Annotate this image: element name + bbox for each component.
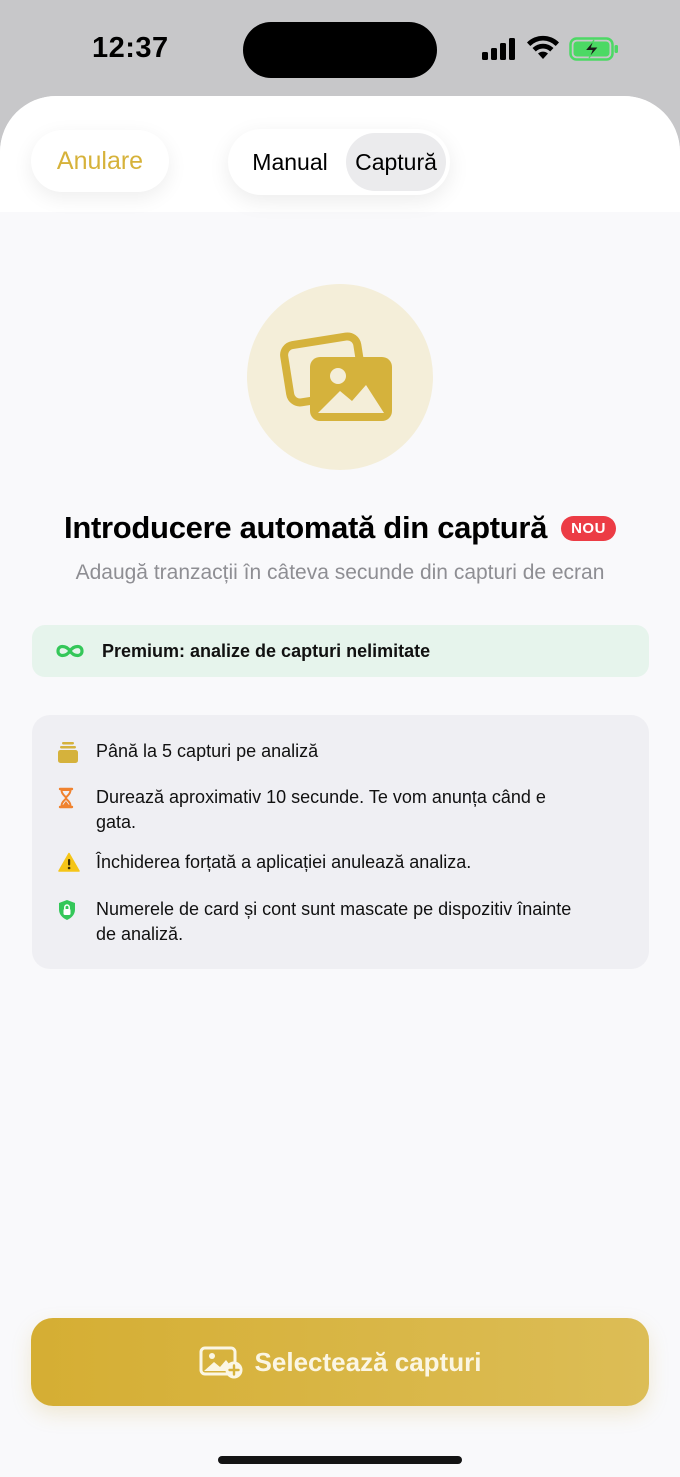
info-card: Până la 5 capturi pe analiză Durează apr… <box>32 715 649 969</box>
info-item-text: Durează aproximativ 10 secunde. Te vom a… <box>96 787 546 832</box>
wifi-icon <box>527 35 559 59</box>
cancel-button[interactable]: Anulare <box>31 130 169 192</box>
status-time: 12:37 <box>92 32 169 64</box>
premium-text: Premium: analize de capturi nelimitate <box>102 640 431 661</box>
stack-icon <box>58 742 78 763</box>
info-item: Durează aproximativ 10 secunde. Te vom a… <box>54 785 614 835</box>
photos-icon <box>280 332 392 421</box>
infinity-icon <box>56 644 84 658</box>
dynamic-island <box>243 22 437 78</box>
warning-icon <box>58 852 80 872</box>
screen: 12:37 Anulare Manual Captură Introducere… <box>0 0 680 1477</box>
hero-illustration <box>247 284 433 470</box>
hourglass-icon <box>58 787 74 809</box>
capture-sheet: Anulare Manual Captură Introducere autom… <box>0 96 680 1477</box>
shield-lock-icon <box>59 900 75 920</box>
info-item-text: Închiderea forțată a aplicației anulează… <box>96 852 472 872</box>
home-indicator <box>218 1456 462 1464</box>
info-item: Numerele de card și cont sunt mascate pe… <box>54 897 614 947</box>
page-title: Introducere automată din captură <box>64 510 548 545</box>
info-item-text: Până la 5 capturi pe analiză <box>96 741 319 761</box>
segment-manual[interactable]: Manual <box>234 133 346 191</box>
new-badge: NOU <box>561 515 616 541</box>
info-item-text: Numerele de card și cont sunt mascate pe… <box>96 899 572 944</box>
status-bar: 12:37 <box>0 0 680 96</box>
battery-charging-icon <box>569 37 618 61</box>
title-row: Introducere automată din captură NOU <box>0 508 680 548</box>
select-captures-button[interactable]: Selectează capturi <box>31 1318 649 1406</box>
page-subtitle: Adaugă tranzacții în câteva secunde din … <box>75 561 605 584</box>
premium-banner: Premium: analize de capturi nelimitate <box>32 625 649 677</box>
info-item: Până la 5 capturi pe analiză <box>54 739 614 764</box>
segment-capture[interactable]: Captură <box>346 133 446 191</box>
info-item: Închiderea forțată a aplicației anulează… <box>54 850 614 875</box>
select-captures-label: Selectează capturi <box>254 1346 482 1377</box>
photo-add-icon <box>199 1346 243 1379</box>
cellular-signal-icon <box>482 38 518 60</box>
mode-segmented-control: Manual Captură <box>228 129 450 195</box>
